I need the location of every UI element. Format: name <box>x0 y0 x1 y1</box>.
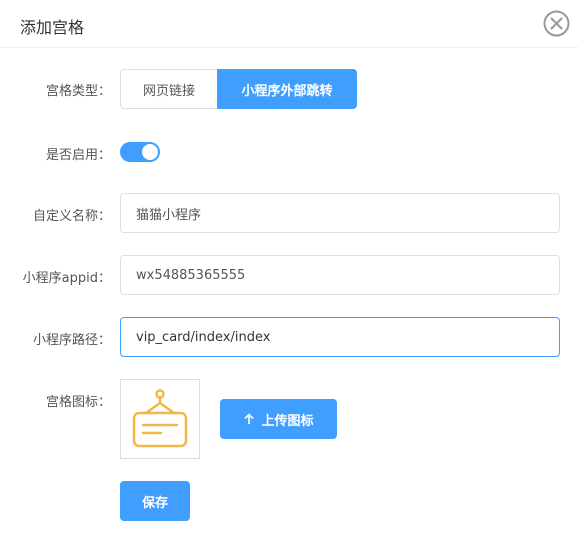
dialog-header: 添加宫格 <box>0 0 578 48</box>
custom-name-value: 猫猫小程序 <box>136 207 202 223</box>
upload-icon-label: 上传图标 <box>261 413 314 429</box>
hanging-sign-icon <box>132 389 188 448</box>
save-button[interactable]: 保存 <box>120 481 190 521</box>
appid-label: 小程序appid： <box>22 271 111 286</box>
grid-type-label: 宫格类型： <box>45 84 111 99</box>
icon-preview[interactable] <box>120 379 200 459</box>
path-value: vip_card/index/index <box>136 329 271 345</box>
option-miniprogram-jump[interactable]: 小程序外部跳转 <box>217 69 357 109</box>
option-web-link[interactable]: 网页链接 <box>120 69 217 109</box>
upload-icon-button[interactable]: 上传图标 <box>220 399 337 439</box>
custom-name-label: 自定义名称： <box>32 209 111 224</box>
upload-arrow-icon <box>244 413 255 424</box>
add-grid-dialog: 添加宫格 宫格类型： 网页链接 小程序外部跳转 是否启用： 自定义名称： 猫猫小… <box>0 0 578 537</box>
dialog-title: 添加宫格 <box>20 18 85 37</box>
close-icon[interactable] <box>543 10 570 37</box>
custom-name-input[interactable]: 猫猫小程序 <box>120 193 560 233</box>
path-input[interactable]: vip_card/index/index <box>120 317 560 357</box>
switch-knob <box>142 144 158 160</box>
enabled-label: 是否启用： <box>45 148 111 163</box>
grid-icon-label: 宫格图标： <box>45 395 111 410</box>
appid-value: wx54885365555 <box>136 267 246 283</box>
path-label: 小程序路径： <box>32 333 111 348</box>
appid-input[interactable]: wx54885365555 <box>120 255 560 295</box>
enabled-switch[interactable] <box>120 142 160 162</box>
grid-type-toggle: 网页链接 小程序外部跳转 <box>120 69 357 109</box>
